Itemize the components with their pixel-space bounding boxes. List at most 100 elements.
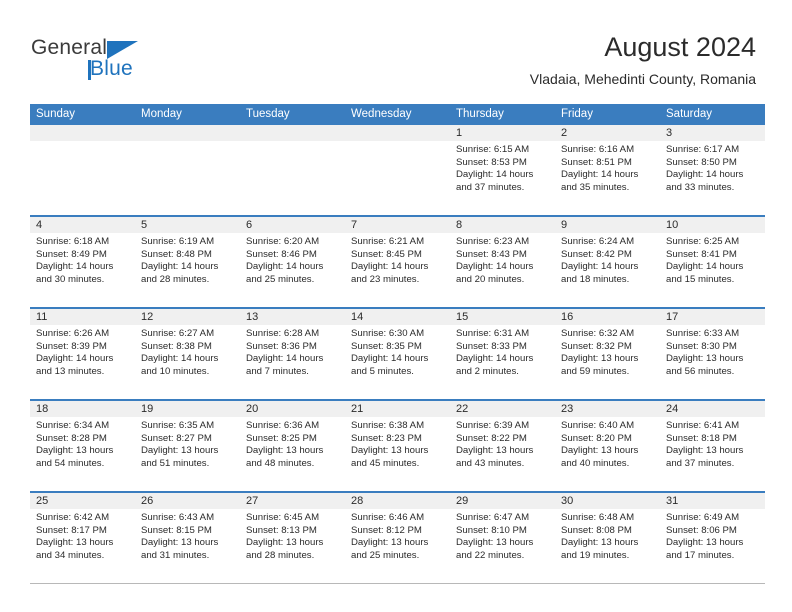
day-cell[interactable]: 23 Sunrise: 6:40 AM Sunset: 8:20 PM Dayl… [555,400,660,493]
sunrise-text: Sunrise: 6:43 AM [141,512,215,523]
day-cell[interactable]: 9 Sunrise: 6:24 AM Sunset: 8:42 PM Dayli… [555,216,660,309]
day-details: Sunrise: 6:20 AM Sunset: 8:46 PM Dayligh… [240,233,345,286]
day-details: Sunrise: 6:25 AM Sunset: 8:41 PM Dayligh… [660,233,765,286]
calendar-page: General Blue August 2024 Vladaia, Mehedi… [0,0,792,612]
daylight-text-line1: Daylight: 14 hours [351,261,429,273]
sunset-text: Sunset: 8:35 PM [351,340,422,352]
sunrise-text: Sunrise: 6:16 AM [561,144,635,155]
daylight-text-line2: and 5 minutes. [351,365,414,377]
sunset-text: Sunset: 8:12 PM [351,524,422,536]
sunset-text: Sunset: 8:23 PM [351,432,422,444]
day-details: Sunrise: 6:30 AM Sunset: 8:35 PM Dayligh… [345,325,450,378]
daylight-text-line2: and 30 minutes. [36,273,105,285]
daylight-text-line2: and 7 minutes. [246,365,309,377]
daylight-text-line1: Daylight: 13 hours [36,537,114,549]
day-cell[interactable]: 26 Sunrise: 6:43 AM Sunset: 8:15 PM Dayl… [135,492,240,584]
day-details: Sunrise: 6:27 AM Sunset: 8:38 PM Dayligh… [135,325,240,378]
day-cell[interactable]: 6 Sunrise: 6:20 AM Sunset: 8:46 PM Dayli… [240,216,345,309]
day-number: 20 [240,401,345,417]
sunset-text: Sunset: 8:38 PM [141,340,212,352]
sunrise-text: Sunrise: 6:32 AM [561,328,635,339]
day-details: Sunrise: 6:15 AM Sunset: 8:53 PM Dayligh… [450,141,555,194]
daylight-text-line1: Daylight: 14 hours [351,353,429,365]
day-cell[interactable]: 11 Sunrise: 6:26 AM Sunset: 8:39 PM Dayl… [30,308,135,401]
day-details: Sunrise: 6:33 AM Sunset: 8:30 PM Dayligh… [660,325,765,378]
day-cell[interactable]: 12 Sunrise: 6:27 AM Sunset: 8:38 PM Dayl… [135,308,240,401]
day-cell[interactable]: 18 Sunrise: 6:34 AM Sunset: 8:28 PM Dayl… [30,400,135,493]
sunset-text: Sunset: 8:42 PM [561,248,632,260]
daylight-text-line1: Daylight: 13 hours [666,537,744,549]
day-details: Sunrise: 6:41 AM Sunset: 8:18 PM Dayligh… [660,417,765,470]
general-blue-logo[interactable]: General Blue [31,36,251,84]
daylight-text-line1: Daylight: 13 hours [561,353,639,365]
day-cell[interactable]: 24 Sunrise: 6:41 AM Sunset: 8:18 PM Dayl… [660,400,765,493]
sunrise-text: Sunrise: 6:26 AM [36,328,110,339]
daylight-text-line1: Daylight: 13 hours [36,445,114,457]
sunrise-text: Sunrise: 6:36 AM [246,420,320,431]
weekday-header-sunday: Sunday [30,104,135,125]
day-cell[interactable]: 5 Sunrise: 6:19 AM Sunset: 8:48 PM Dayli… [135,216,240,309]
day-number: 12 [135,309,240,325]
day-cell[interactable]: 2 Sunrise: 6:16 AM Sunset: 8:51 PM Dayli… [555,125,660,217]
day-details: Sunrise: 6:43 AM Sunset: 8:15 PM Dayligh… [135,509,240,562]
sunrise-text: Sunrise: 6:46 AM [351,512,425,523]
day-details: Sunrise: 6:35 AM Sunset: 8:27 PM Dayligh… [135,417,240,470]
day-number: 16 [555,309,660,325]
day-cell[interactable]: 15 Sunrise: 6:31 AM Sunset: 8:33 PM Dayl… [450,308,555,401]
day-details: Sunrise: 6:21 AM Sunset: 8:45 PM Dayligh… [345,233,450,286]
day-cell[interactable]: 19 Sunrise: 6:35 AM Sunset: 8:27 PM Dayl… [135,400,240,493]
daylight-text-line2: and 34 minutes. [36,549,105,561]
sunset-text: Sunset: 8:06 PM [666,524,737,536]
day-details: Sunrise: 6:36 AM Sunset: 8:25 PM Dayligh… [240,417,345,470]
day-number [345,125,450,141]
day-cell[interactable]: 1 Sunrise: 6:15 AM Sunset: 8:53 PM Dayli… [450,125,555,217]
day-number: 28 [345,493,450,509]
day-cell[interactable]: 20 Sunrise: 6:36 AM Sunset: 8:25 PM Dayl… [240,400,345,493]
day-number: 8 [450,217,555,233]
daylight-text-line2: and 22 minutes. [456,549,525,561]
sunrise-text: Sunrise: 6:17 AM [666,144,740,155]
day-cell-empty [240,125,345,217]
day-cell[interactable]: 4 Sunrise: 6:18 AM Sunset: 8:49 PM Dayli… [30,216,135,309]
day-details: Sunrise: 6:19 AM Sunset: 8:48 PM Dayligh… [135,233,240,286]
day-details: Sunrise: 6:18 AM Sunset: 8:49 PM Dayligh… [30,233,135,286]
daylight-text-line1: Daylight: 14 hours [36,261,114,273]
sunset-text: Sunset: 8:25 PM [246,432,317,444]
daylight-text-line2: and 15 minutes. [666,273,735,285]
sunrise-text: Sunrise: 6:33 AM [666,328,740,339]
day-cell[interactable]: 28 Sunrise: 6:46 AM Sunset: 8:12 PM Dayl… [345,492,450,584]
day-cell[interactable]: 21 Sunrise: 6:38 AM Sunset: 8:23 PM Dayl… [345,400,450,493]
day-cell[interactable]: 30 Sunrise: 6:48 AM Sunset: 8:08 PM Dayl… [555,492,660,584]
daylight-text-line1: Daylight: 13 hours [246,445,324,457]
sunset-text: Sunset: 8:33 PM [456,340,527,352]
day-cell[interactable]: 17 Sunrise: 6:33 AM Sunset: 8:30 PM Dayl… [660,308,765,401]
day-cell[interactable]: 29 Sunrise: 6:47 AM Sunset: 8:10 PM Dayl… [450,492,555,584]
day-cell[interactable]: 3 Sunrise: 6:17 AM Sunset: 8:50 PM Dayli… [660,125,765,217]
day-number: 15 [450,309,555,325]
day-cell[interactable]: 16 Sunrise: 6:32 AM Sunset: 8:32 PM Dayl… [555,308,660,401]
day-cell[interactable]: 7 Sunrise: 6:21 AM Sunset: 8:45 PM Dayli… [345,216,450,309]
day-number [135,125,240,141]
sunset-text: Sunset: 8:15 PM [141,524,212,536]
sunset-text: Sunset: 8:30 PM [666,340,737,352]
day-number: 10 [660,217,765,233]
weekday-header-row: Sunday Monday Tuesday Wednesday Thursday… [30,104,765,125]
daylight-text-line2: and 54 minutes. [36,457,105,469]
day-cell[interactable]: 14 Sunrise: 6:30 AM Sunset: 8:35 PM Dayl… [345,308,450,401]
daylight-text-line2: and 33 minutes. [666,181,735,193]
day-cell[interactable]: 22 Sunrise: 6:39 AM Sunset: 8:22 PM Dayl… [450,400,555,493]
daylight-text-line1: Daylight: 13 hours [141,537,219,549]
day-cell[interactable]: 27 Sunrise: 6:45 AM Sunset: 8:13 PM Dayl… [240,492,345,584]
day-cell[interactable]: 10 Sunrise: 6:25 AM Sunset: 8:41 PM Dayl… [660,216,765,309]
day-cell[interactable]: 8 Sunrise: 6:23 AM Sunset: 8:43 PM Dayli… [450,216,555,309]
daylight-text-line2: and 2 minutes. [456,365,519,377]
day-cell[interactable]: 31 Sunrise: 6:49 AM Sunset: 8:06 PM Dayl… [660,492,765,584]
day-details: Sunrise: 6:45 AM Sunset: 8:13 PM Dayligh… [240,509,345,562]
weekday-header-thursday: Thursday [450,104,555,125]
daylight-text-line2: and 56 minutes. [666,365,735,377]
daylight-text-line2: and 25 minutes. [246,273,315,285]
day-cell[interactable]: 13 Sunrise: 6:28 AM Sunset: 8:36 PM Dayl… [240,308,345,401]
day-cell[interactable]: 25 Sunrise: 6:42 AM Sunset: 8:17 PM Dayl… [30,492,135,584]
sunrise-text: Sunrise: 6:38 AM [351,420,425,431]
daylight-text-line2: and 28 minutes. [141,273,210,285]
